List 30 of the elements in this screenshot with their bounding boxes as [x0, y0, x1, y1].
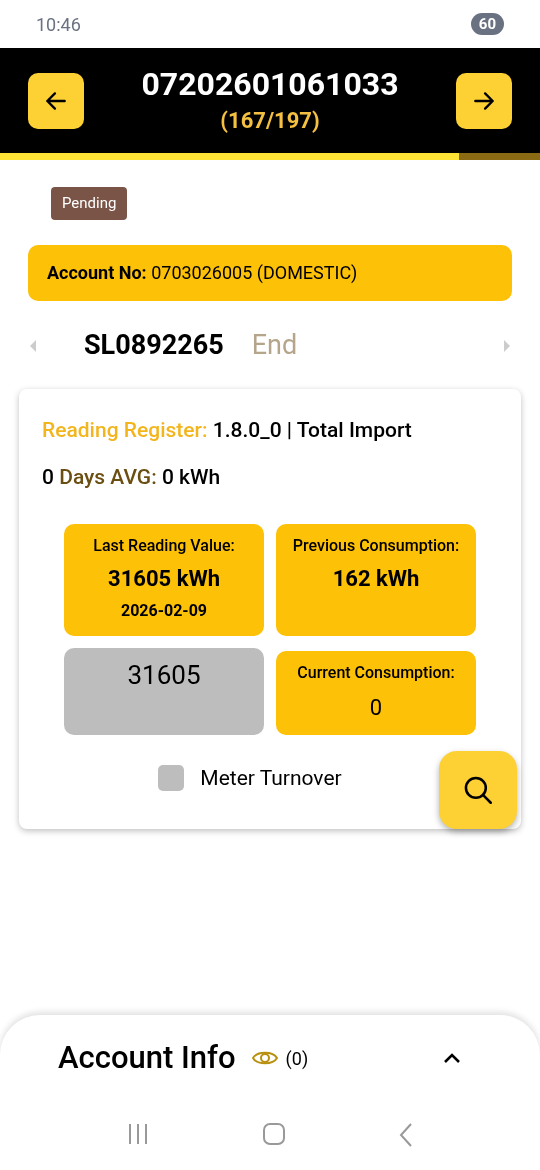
tile-value: 31605 kWh: [108, 564, 220, 593]
checkbox[interactable]: [158, 765, 185, 792]
days-average: 0 Days AVG: 0 kWh: [42, 464, 222, 491]
status-time: 10:46: [36, 12, 81, 37]
status-badge: Pending: [51, 187, 128, 220]
previous-button[interactable]: [28, 72, 84, 129]
back-icon[interactable]: [399, 1123, 413, 1147]
next-button[interactable]: [456, 72, 512, 129]
record-number: 07202601061033: [141, 64, 399, 104]
account-text: Account No: 0703026005 (DOMESTIC): [47, 261, 358, 285]
checkbox-label: Meter Turnover: [200, 764, 342, 792]
tile-label: Previous Consumption:: [292, 534, 460, 557]
meter-position: End: [251, 328, 298, 364]
recent-apps-icon[interactable]: [127, 1123, 149, 1145]
reading-input[interactable]: 31605: [64, 647, 264, 735]
view-count: (0): [285, 1046, 309, 1071]
caret-right-icon[interactable]: [502, 338, 512, 353]
record-counter: (167/197): [220, 107, 320, 135]
tile-value: 0: [369, 693, 383, 722]
tile-date: 2026-02-09: [120, 599, 207, 622]
battery-icon: 60: [470, 12, 504, 36]
reading-register: Reading Register: 1.8.0_0 | Total Import: [42, 416, 413, 444]
search-button[interactable]: [439, 750, 517, 829]
tile-label: Current Consumption:: [297, 661, 455, 684]
meter-serial: SL0892265: [84, 328, 224, 364]
home-icon[interactable]: [263, 1123, 285, 1145]
tile-label: Last Reading Value:: [93, 534, 235, 557]
caret-left-icon[interactable]: [28, 338, 38, 353]
sheet-title: Account Info: [58, 1038, 236, 1078]
tile-value: 162 kWh: [332, 564, 420, 593]
